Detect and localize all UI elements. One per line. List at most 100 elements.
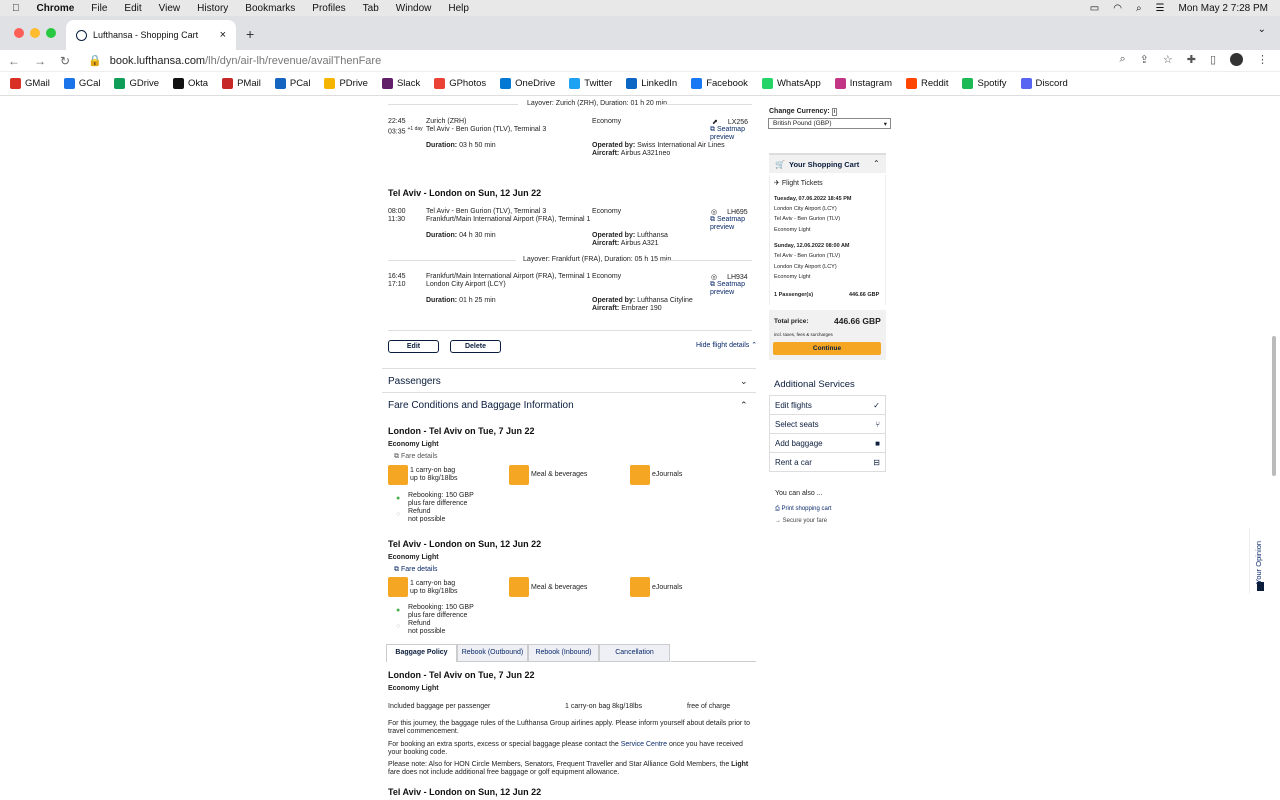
bookmark-whatsapp[interactable]: WhatsApp <box>761 78 821 89</box>
in-class: Economy Light <box>774 274 811 280</box>
fare1-meal: Meal & beverages <box>531 471 588 478</box>
close-tab-icon[interactable]: × <box>220 29 226 41</box>
bookmark-gdrive[interactable]: GDrive <box>114 78 159 89</box>
extensions-icon[interactable]: ✚ <box>1187 53 1196 66</box>
bookmarks-bar: GMail GCal GDrive Okta PMail PCal PDrive Slack G… <box>0 72 1280 96</box>
seg2-seatmap-link[interactable]: ⧉ Seatmap preview <box>710 216 750 231</box>
tab-lufthansa[interactable]: Lufthansa - Shopping Cart × <box>66 20 236 50</box>
minimize-window-icon[interactable] <box>30 28 40 38</box>
service-add-baggage[interactable]: Add baggage ■ <box>770 434 885 453</box>
sidepanel-icon[interactable]: ▯ <box>1210 53 1216 66</box>
url-field[interactable]: 🔒 book.lufthansa.com/lh/dyn/air-lh/reven… <box>88 54 382 68</box>
forward-icon[interactable]: → <box>34 54 46 68</box>
wifi-icon[interactable]: ◠ <box>1113 3 1122 14</box>
bookmark-gmail[interactable]: GMail <box>10 78 50 89</box>
service-select-seats[interactable]: Select seats ⑂ <box>770 415 885 434</box>
zoom-icon[interactable]: ⌕ <box>1119 53 1125 66</box>
fare2-title: Tel Aviv - London on Sun, 12 Jun 22 <box>388 539 542 549</box>
tab-rebook-outbound[interactable]: Rebook (Outbound) <box>457 644 528 662</box>
zoom-window-icon[interactable] <box>46 28 56 38</box>
menu-profiles[interactable]: Profiles <box>312 3 345 14</box>
tab-search-icon[interactable]: ⌄ <box>1258 24 1266 35</box>
seg1-seatmap-link[interactable]: ⧉ Seatmap preview <box>710 126 750 141</box>
menu-file[interactable]: File <box>91 3 107 14</box>
cart-header[interactable]: 🛒 Your Shopping Cart ⌃ <box>769 153 886 173</box>
bookmark-facebook[interactable]: Facebook <box>691 78 748 89</box>
fare-conditions-heading[interactable]: Fare Conditions and Baggage Information <box>388 400 574 411</box>
menu-tab[interactable]: Tab <box>363 3 379 14</box>
fare2-ej: eJournals <box>652 584 683 591</box>
apple-icon[interactable]:  <box>12 3 20 14</box>
control-center-icon[interactable]: ☰ <box>1156 3 1165 14</box>
edit-button[interactable]: Edit <box>388 340 439 353</box>
reload-icon[interactable]: ↻ <box>60 54 70 68</box>
seg1-flight: LX256 <box>727 119 749 126</box>
close-window-icon[interactable] <box>14 28 24 38</box>
chevron-up-icon[interactable]: ⌃ <box>740 400 748 411</box>
passengers-heading[interactable]: Passengers <box>388 376 441 387</box>
secure-fare-link[interactable]: → Secure your fare <box>775 518 827 524</box>
avatar[interactable] <box>1230 53 1243 66</box>
bookmark-gphotos[interactable]: GPhotos <box>434 78 486 89</box>
car-icon: ⊟ <box>873 457 880 467</box>
meal-icon <box>509 577 529 597</box>
meal-icon <box>509 465 529 485</box>
policy-included: Included baggage per passenger <box>388 703 491 710</box>
clock[interactable]: Mon May 2 7:28 PM <box>1179 3 1268 14</box>
seg2-dep: 08:00 <box>388 208 406 215</box>
delete-button[interactable]: Delete <box>450 340 501 353</box>
bookmark-onedrive[interactable]: OneDrive <box>500 78 555 89</box>
lock-icon: 🔒 <box>88 55 102 67</box>
bookmark-spotify[interactable]: Spotify <box>962 78 1007 89</box>
tab-baggage-policy[interactable]: Baggage Policy <box>386 644 457 662</box>
service-centre-link[interactable]: Service Centre <box>621 741 667 748</box>
continue-button[interactable]: Continue <box>773 342 881 355</box>
seg3-seatmap-link[interactable]: ⧉ Seatmap preview <box>710 281 750 296</box>
hide-flight-details-link[interactable]: Hide flight details ⌃ <box>696 341 757 349</box>
menu-bookmarks[interactable]: Bookmarks <box>245 3 295 14</box>
policy-title: London - Tel Aviv on Tue, 7 Jun 22 <box>388 670 535 680</box>
bookmark-pcal[interactable]: PCal <box>274 78 310 89</box>
menu-window[interactable]: Window <box>396 3 432 14</box>
back-icon[interactable]: ← <box>8 54 20 68</box>
currency-select[interactable]: British Pound (GBP) ▾ <box>768 118 891 129</box>
total-incl: incl. taxes, fees & surcharges <box>774 332 833 337</box>
bookmark-okta[interactable]: Okta <box>173 78 208 89</box>
bookmark-discord[interactable]: Discord <box>1020 78 1068 89</box>
bookmark-linkedin[interactable]: LinkedIn <box>626 78 677 89</box>
scrollbar[interactable] <box>1272 336 1276 476</box>
seatmap-icon: ⧉ <box>710 281 715 288</box>
service-rent-car[interactable]: Rent a car ⊟ <box>770 453 885 472</box>
menu-view[interactable]: View <box>159 3 181 14</box>
menu-help[interactable]: Help <box>448 3 469 14</box>
bookmark-reddit[interactable]: Reddit <box>906 78 948 89</box>
print-cart-link[interactable]: ⎙ Print shopping cart <box>775 506 832 513</box>
share-icon[interactable]: ⇪ <box>1140 53 1149 66</box>
bookmark-instagram[interactable]: Instagram <box>834 78 892 89</box>
bookmark-twitter[interactable]: Twitter <box>569 78 612 89</box>
fare2-details-link[interactable]: ⧉ Fare details <box>394 566 438 574</box>
new-tab-icon[interactable]: + <box>246 26 254 42</box>
bookmark-slack[interactable]: Slack <box>381 78 420 89</box>
tab-cancellation[interactable]: Cancellation <box>599 644 670 662</box>
menu-edit[interactable]: Edit <box>124 3 141 14</box>
bookmark-pdrive[interactable]: PDrive <box>324 78 368 89</box>
star-icon[interactable]: ☆ <box>1163 53 1173 66</box>
seatmap-icon: ⧉ <box>710 216 715 223</box>
fare1-details-link[interactable]: ⧉ Fare details <box>394 453 438 461</box>
feedback-tab[interactable]: Your Opinion <box>1249 528 1271 594</box>
url-path: /lh/dyn/air-lh/revenue/availThenFare <box>205 54 382 67</box>
battery-icon[interactable]: ▭ <box>1090 3 1099 14</box>
pdrive-icon <box>324 78 336 89</box>
chrome-menu-icon[interactable]: ⋮ <box>1257 53 1268 66</box>
bookmark-gcal[interactable]: GCal <box>63 78 100 89</box>
bookmark-pmail[interactable]: PMail <box>222 78 261 89</box>
chevron-down-icon[interactable]: ⌄ <box>740 376 748 387</box>
seat-icon: ⑂ <box>875 419 880 429</box>
menu-history[interactable]: History <box>197 3 228 14</box>
menu-app[interactable]: Chrome <box>37 3 75 14</box>
search-icon[interactable]: ⌕ <box>1136 3 1142 14</box>
tab-rebook-inbound[interactable]: Rebook (Inbound) <box>528 644 599 662</box>
fare1-class: Economy Light <box>388 441 439 448</box>
service-edit-flights[interactable]: Edit flights ✓ <box>770 396 885 415</box>
